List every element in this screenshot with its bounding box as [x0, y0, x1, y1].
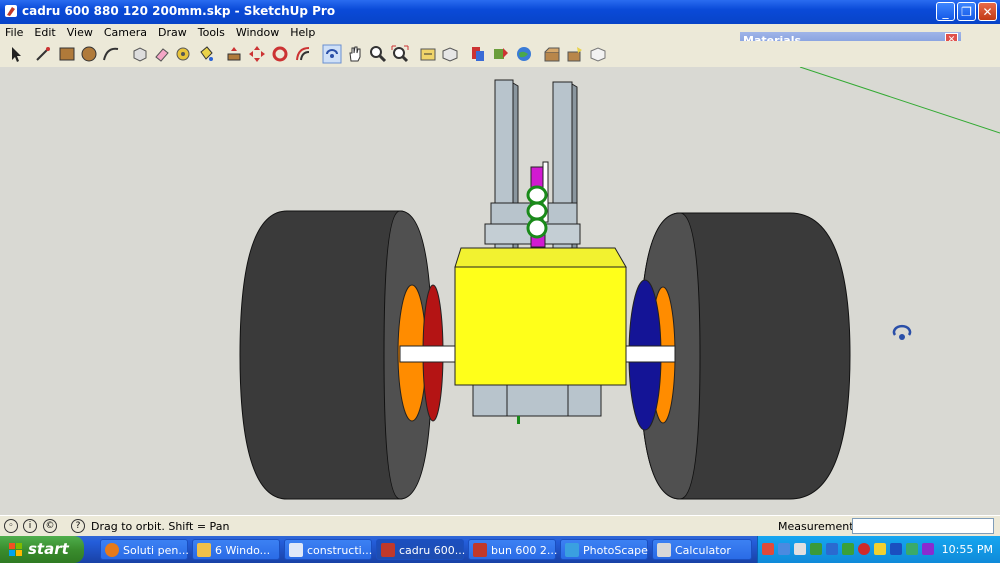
menu-camera[interactable]: Camera: [99, 24, 153, 41]
geo-location-icon[interactable]: ◦: [4, 519, 18, 533]
tape-measure-icon[interactable]: [174, 44, 194, 64]
maximize-button[interactable]: ❐: [957, 2, 976, 21]
menu-help[interactable]: Help: [285, 24, 321, 41]
paint-bucket-icon[interactable]: [196, 44, 216, 64]
task-calculator[interactable]: Calculator: [652, 539, 752, 560]
windows-logo-icon: [9, 543, 22, 556]
sketchup-icon-2: [473, 543, 487, 557]
eraser-tool-icon[interactable]: [152, 44, 172, 64]
credits-icon[interactable]: i: [23, 519, 37, 533]
drive-shaft: [526, 161, 549, 248]
tray-sync-icon[interactable]: [906, 543, 918, 555]
system-tray: 10:55 PM: [757, 536, 1000, 563]
tray-shield-icon[interactable]: [858, 543, 870, 555]
measurements-input[interactable]: [852, 518, 994, 534]
previous-view-icon[interactable]: [418, 44, 438, 64]
menu-tools[interactable]: Tools: [193, 24, 231, 41]
make-component-icon[interactable]: [130, 44, 150, 64]
taskbar: start Soluti pen... 6 Windo... construct…: [0, 536, 1000, 563]
tray-alert-icon[interactable]: [874, 543, 886, 555]
offset-tool-icon[interactable]: [293, 44, 313, 64]
orbit-cursor-icon: [892, 324, 912, 340]
green-axis-line: [799, 66, 1000, 134]
help-icon[interactable]: ?: [71, 519, 85, 533]
next-view-icon[interactable]: [440, 44, 460, 64]
share-model-icon[interactable]: [491, 44, 511, 64]
line-tool-icon[interactable]: [33, 44, 53, 64]
sketchup-app-icon: [5, 5, 17, 17]
tray-volume-icon[interactable]: [810, 543, 822, 555]
photoscape-icon: [565, 543, 579, 557]
push-pull-icon[interactable]: [224, 44, 244, 64]
minimize-button[interactable]: _: [936, 2, 955, 21]
pan-tool-icon[interactable]: [345, 44, 365, 64]
measurements-label: Measurements: [778, 520, 860, 533]
user-icon[interactable]: ©: [43, 519, 57, 533]
task-constructi[interactable]: constructi...: [284, 539, 372, 560]
title-bar: cadru 600 880 120 200mm.skp - SketchUp P…: [0, 0, 1000, 24]
task-soluti-pen[interactable]: Soluti pen...: [100, 539, 189, 560]
zoom-tool-icon[interactable]: [368, 44, 388, 64]
move-tool-icon[interactable]: [247, 44, 267, 64]
rotate-tool-icon[interactable]: [270, 44, 290, 64]
rectangle-tool-icon[interactable]: [57, 44, 77, 64]
lower-frame: [472, 384, 602, 424]
task-cadru-600[interactable]: cadru 600...: [376, 539, 465, 560]
calculator-icon: [657, 543, 671, 557]
section-plane-icon[interactable]: [588, 44, 608, 64]
toolbar: [0, 41, 1000, 68]
right-axle: [619, 345, 676, 363]
select-tool-icon[interactable]: [6, 44, 26, 64]
start-button[interactable]: start: [0, 536, 84, 563]
tray-network-icon[interactable]: [778, 543, 790, 555]
sketchup-icon: [381, 543, 395, 557]
window-title: cadru 600 880 120 200mm.skp - SketchUp P…: [22, 4, 336, 18]
left-axle: [399, 345, 461, 363]
get-models-icon[interactable]: [468, 44, 488, 64]
tray-bluetooth-icon[interactable]: [890, 543, 902, 555]
tray-messenger-icon[interactable]: [826, 543, 838, 555]
component-icon[interactable]: [542, 44, 562, 64]
document-icon: [289, 543, 303, 557]
3d-viewport[interactable]: [0, 66, 1000, 515]
folder-icon: [197, 543, 211, 557]
arc-tool-icon[interactable]: [101, 44, 121, 64]
start-label: start: [28, 540, 69, 558]
firefox-icon: [105, 543, 119, 557]
zoom-extents-icon[interactable]: [390, 44, 410, 64]
menu-edit[interactable]: Edit: [29, 24, 61, 41]
tray-clock: 10:55 PM: [941, 543, 993, 556]
tray-update-icon[interactable]: [842, 543, 854, 555]
task-windows-explorer[interactable]: 6 Windo...: [192, 539, 280, 560]
tray-app-icon[interactable]: [922, 543, 934, 555]
status-bar: ◦ i © ? Drag to orbit. Shift = Pan Measu…: [0, 515, 1000, 537]
status-hint: Drag to orbit. Shift = Pan: [91, 520, 230, 533]
circle-tool-icon[interactable]: [79, 44, 99, 64]
close-button[interactable]: ✕: [978, 2, 997, 21]
google-earth-icon[interactable]: [514, 44, 534, 64]
orbit-tool-icon[interactable]: [322, 44, 342, 64]
tray-antivirus-icon[interactable]: [762, 543, 774, 555]
task-photoscape[interactable]: PhotoScape: [560, 539, 648, 560]
model-canvas[interactable]: [0, 66, 1000, 515]
tray-monitor-icon[interactable]: [794, 543, 806, 555]
menu-draw[interactable]: Draw: [153, 24, 193, 41]
menu-window[interactable]: Window: [231, 24, 285, 41]
menu-view[interactable]: View: [62, 24, 99, 41]
dynamic-component-icon[interactable]: [565, 44, 585, 64]
task-bun-600[interactable]: bun 600 2...: [468, 539, 557, 560]
yellow-motor-box: [454, 247, 627, 386]
menu-file[interactable]: File: [0, 24, 29, 41]
